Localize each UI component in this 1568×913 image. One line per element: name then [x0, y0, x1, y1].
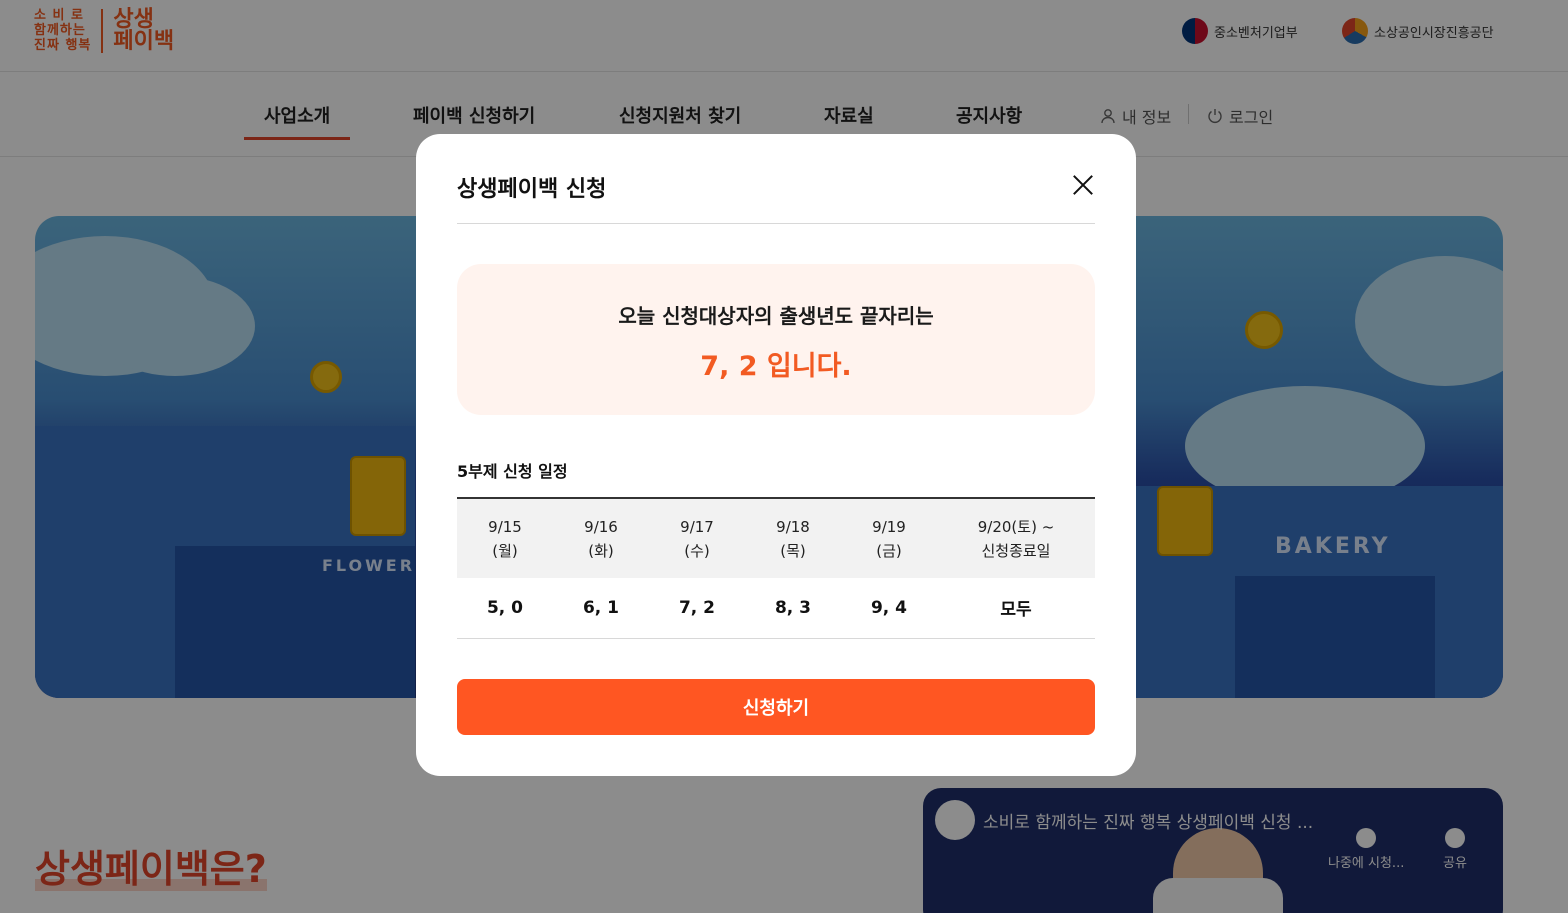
weekday-label: 신청종료일	[981, 541, 1051, 560]
weekday-label: (금)	[876, 541, 902, 560]
date-label: 9/20(토) ~	[977, 517, 1055, 536]
today-notice-box: 오늘 신청대상자의 출생년도 끝자리는 7, 2 입니다.	[457, 264, 1095, 415]
notice-digits: 7, 2 입니다.	[700, 351, 852, 382]
schedule-table: 9/15 (월) 9/16 (화) 9/17 (수) 9/18 (목) 9/19 (금) …	[457, 497, 1095, 639]
schedule-title: 5부제 신청 일정	[457, 462, 568, 481]
weekday-label: (월)	[492, 541, 518, 560]
schedule-date-cell: 9/20(토) ~ 신청종료일	[937, 498, 1095, 578]
date-label: 9/15	[488, 517, 522, 536]
schedule-date-cell: 9/17 (수)	[649, 498, 745, 578]
date-label: 9/19	[872, 517, 906, 536]
weekday-label: (화)	[588, 541, 614, 560]
schedule-digit-cell: 모두	[937, 578, 1095, 639]
schedule-date-row: 9/15 (월) 9/16 (화) 9/17 (수) 9/18 (목) 9/19 (금) …	[457, 498, 1095, 578]
schedule-digit-cell: 9, 4	[841, 578, 937, 639]
apply-modal: 상생페이백 신청 오늘 신청대상자의 출생년도 끝자리는 7, 2 입니다. 5…	[416, 134, 1136, 776]
modal-title: 상생페이백 신청	[457, 177, 607, 202]
date-label: 9/16	[584, 517, 618, 536]
weekday-label: (수)	[684, 541, 710, 560]
apply-button[interactable]: 신청하기	[457, 679, 1095, 735]
close-icon[interactable]	[1068, 170, 1098, 200]
schedule-date-cell: 9/15 (월)	[457, 498, 553, 578]
schedule-digit-cell: 7, 2	[649, 578, 745, 639]
schedule-digit-cell: 6, 1	[553, 578, 649, 639]
date-label: 9/18	[776, 517, 810, 536]
schedule-date-cell: 9/19 (금)	[841, 498, 937, 578]
modal-divider	[457, 223, 1095, 224]
schedule-digit-row: 5, 0 6, 1 7, 2 8, 3 9, 4 모두	[457, 578, 1095, 639]
weekday-label: (목)	[780, 541, 806, 560]
schedule-date-cell: 9/16 (화)	[553, 498, 649, 578]
schedule-digit-cell: 8, 3	[745, 578, 841, 639]
notice-text: 오늘 신청대상자의 출생년도 끝자리는	[618, 304, 934, 328]
schedule-digit-cell: 5, 0	[457, 578, 553, 639]
schedule-date-cell: 9/18 (목)	[745, 498, 841, 578]
date-label: 9/17	[680, 517, 714, 536]
